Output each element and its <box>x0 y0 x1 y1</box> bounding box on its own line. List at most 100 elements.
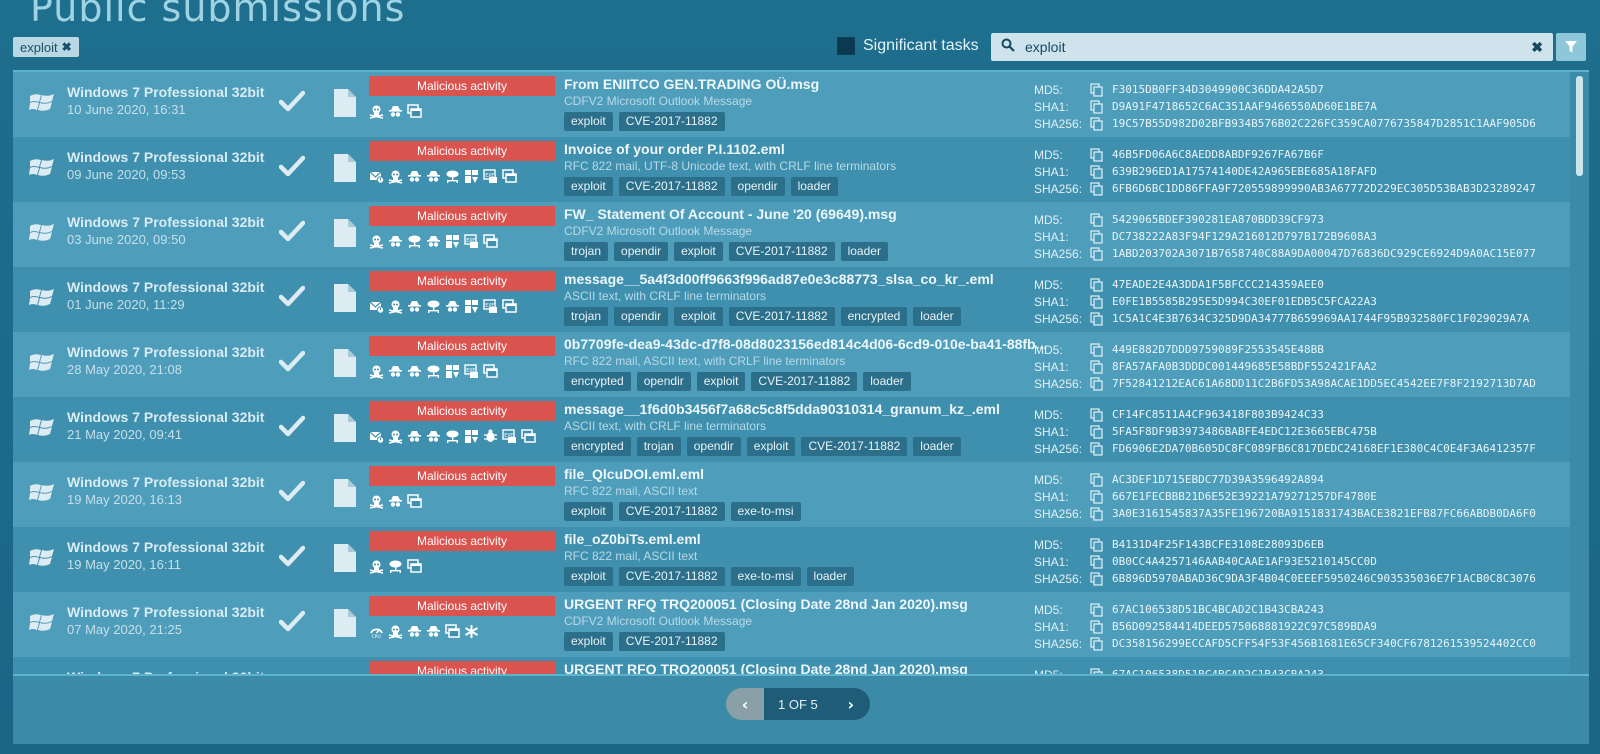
hash-value-md5[interactable]: B4131D4F25F143BCFE3108E28093D6EB <box>1112 538 1324 551</box>
scrollbar-thumb[interactable] <box>1576 76 1583 176</box>
hash-value-sha256[interactable]: 6B896D5970ABAD36C9DA3F4B04C0EEEF5950246C… <box>1112 572 1536 585</box>
file-name[interactable]: file_oZ0biTs.eml.eml <box>564 531 701 547</box>
tag-exploit[interactable]: exploit <box>564 632 613 651</box>
significant-tasks-checkbox[interactable] <box>837 37 855 55</box>
file-name[interactable]: Invoice of your order P.I.1102.eml <box>564 141 785 157</box>
tag-opendir[interactable]: opendir <box>730 177 785 196</box>
copy-icon[interactable] <box>1090 116 1104 131</box>
table-row[interactable]: Windows 7 Professional 32bit 19 May 2020,… <box>13 527 1570 593</box>
table-row[interactable]: Windows 7 Professional 32bit 03 June 2020… <box>13 202 1570 268</box>
tag-loader[interactable]: loader <box>840 242 888 261</box>
copy-icon[interactable] <box>1090 602 1104 617</box>
copy-icon[interactable] <box>1090 229 1104 244</box>
copy-icon[interactable] <box>1090 246 1104 261</box>
hash-value-sha256[interactable]: 1C5A1C4E3B7634C325D9DA34777B659969AA1744… <box>1112 312 1529 325</box>
copy-icon[interactable] <box>1090 636 1104 651</box>
copy-icon[interactable] <box>1090 376 1104 391</box>
hash-value-sha1[interactable]: 639B296ED1A17574140DE42A965EBE685A18FAFD <box>1112 165 1377 178</box>
filter-button[interactable] <box>1556 33 1586 61</box>
tag-encrypted[interactable]: encrypted <box>564 372 631 391</box>
next-page-button[interactable]: › <box>831 688 870 720</box>
file-name[interactable]: message__5a4f3d00ff9663f996ad87e0e3c8877… <box>564 271 994 287</box>
hash-value-md5[interactable]: 449E882D7DDD9759089F2553545E48BB <box>1112 343 1324 356</box>
tag-cve-2017-11882[interactable]: CVE-2017-11882 <box>801 437 908 456</box>
copy-icon[interactable] <box>1090 619 1104 634</box>
table-row[interactable]: Windows 7 Professional 32bit 19 May 2020,… <box>13 462 1570 528</box>
hash-value-sha1[interactable]: E0FE1B5585B295E5D994C30EF01EDB5C5FCA22A3 <box>1112 295 1377 308</box>
hash-value-sha1[interactable]: D9A91F4718652C6AC351AAF9466550AD60E1BE7A <box>1112 100 1377 113</box>
table-row[interactable]: Windows 7 Professional 32bit 28 May 2020,… <box>13 332 1570 398</box>
tag-cve-2017-11882[interactable]: CVE-2017-11882 <box>618 502 725 521</box>
hash-value-md5[interactable]: 67AC106538D51BC4BCAD2C1B43CBA243 <box>1112 603 1324 616</box>
table-row[interactable]: Windows 7 Professional 32bit 10 June 2020… <box>13 72 1570 138</box>
copy-icon[interactable] <box>1090 164 1104 179</box>
hash-value-sha1[interactable]: DC738222A83F94F129A216012D797B172B9608A3 <box>1112 230 1377 243</box>
hash-value-sha256[interactable]: 6FB6D6BC1DD86FFA9F720559899990AB3A67772D… <box>1112 182 1536 195</box>
copy-icon[interactable] <box>1090 342 1104 357</box>
table-row[interactable]: Windows 7 Professional 32bit 01 June 2020… <box>13 267 1570 333</box>
file-name[interactable]: URGENT RFQ TRQ200051 (Closing Date 28nd … <box>564 596 968 612</box>
significant-tasks-toggle[interactable]: Significant tasks <box>837 35 979 57</box>
tag-loader[interactable]: loader <box>790 177 838 196</box>
copy-icon[interactable] <box>1090 489 1104 504</box>
tag-loader[interactable]: loader <box>806 567 854 586</box>
copy-icon[interactable] <box>1090 82 1104 97</box>
hash-value-sha1[interactable]: 5FA5F8DF9B3973486BABFE4EDC12E3665EBC475B <box>1112 425 1377 438</box>
clear-icon[interactable]: ✖ <box>1531 39 1543 56</box>
file-name[interactable]: From ENIITCO GEN.TRADING OÜ.msg <box>564 76 819 92</box>
tag-trojan[interactable]: trojan <box>564 307 609 326</box>
copy-icon[interactable] <box>1090 99 1104 114</box>
hash-value-md5[interactable]: CF14FC8511A4CF963418F803B9424C33 <box>1112 408 1324 421</box>
tag-cve-2017-11882[interactable]: CVE-2017-11882 <box>618 567 725 586</box>
hash-value-sha1[interactable]: B56D092584414DEED575068881922C97C589BDA9 <box>1112 620 1377 633</box>
tag-exploit[interactable]: exploit <box>564 177 613 196</box>
copy-icon[interactable] <box>1090 147 1104 162</box>
tag-exploit[interactable]: exploit <box>564 502 613 521</box>
hash-value-sha256[interactable]: DC358156299ECCAFD5CFF54F53F456B1681E65CF… <box>1112 637 1536 650</box>
copy-icon[interactable] <box>1090 571 1104 586</box>
copy-icon[interactable] <box>1090 407 1104 422</box>
tag-cve-2017-11882[interactable]: CVE-2017-11882 <box>728 242 835 261</box>
hash-value-sha256[interactable]: 19C57B55D982D02BFB934B576B02C226FC359CA0… <box>1112 117 1536 130</box>
table-row[interactable]: Windows 7 Professional 32bit 21 May 2020,… <box>13 397 1570 463</box>
tag-cve-2017-11882[interactable]: CVE-2017-11882 <box>618 177 725 196</box>
file-name[interactable]: file_QlcuDOI.eml.eml <box>564 466 704 482</box>
tag-cve-2017-11882[interactable]: CVE-2017-11882 <box>618 112 725 131</box>
tag-exploit[interactable]: exploit <box>564 567 613 586</box>
tag-opendir[interactable]: opendir <box>686 437 741 456</box>
search-box[interactable]: ✖ <box>991 33 1553 61</box>
tag-loader[interactable]: loader <box>913 437 961 456</box>
tag-encrypted[interactable]: encrypted <box>564 437 631 456</box>
tag-exploit[interactable]: exploit <box>746 437 796 456</box>
tag-cve-2017-11882[interactable]: CVE-2017-11882 <box>751 372 858 391</box>
copy-icon[interactable] <box>1090 537 1104 552</box>
copy-icon[interactable] <box>1090 294 1104 309</box>
hash-value-sha1[interactable]: 8FA57AFA0B3DDDC001449685E58BDF552421FAA2 <box>1112 360 1377 373</box>
filter-chip-exploit[interactable]: exploit ✖ <box>13 37 79 57</box>
copy-icon[interactable] <box>1090 359 1104 374</box>
hash-value-sha256[interactable]: 7F52841212EAC61A68DD11C2B6FD53A98ACAE1DD… <box>1112 377 1536 390</box>
file-name[interactable]: FW_ Statement Of Account - June '20 (696… <box>564 206 897 222</box>
prev-page-button[interactable]: ‹ <box>726 688 764 720</box>
hash-value-sha256[interactable]: 3A0E3161545837A35FE196720BA9151831743BAC… <box>1112 507 1536 520</box>
tag-encrypted[interactable]: encrypted <box>840 307 908 326</box>
tag-exe-to-msi[interactable]: exe-to-msi <box>730 502 801 521</box>
hash-value-md5[interactable]: 47EADE2E4A3DDA1F5BFCCC214359AEE0 <box>1112 278 1324 291</box>
tag-opendir[interactable]: opendir <box>614 307 669 326</box>
table-row[interactable]: Windows 7 Professional 32bit 09 June 2020… <box>13 137 1570 203</box>
copy-icon[interactable] <box>1090 212 1104 227</box>
copy-icon[interactable] <box>1090 441 1104 456</box>
tag-trojan[interactable]: trojan <box>636 437 681 456</box>
tag-cve-2017-11882[interactable]: CVE-2017-11882 <box>728 307 835 326</box>
file-name[interactable]: 0b7709fe-dea9-43dc-d7f8-08d8023156ed814c… <box>564 336 1047 352</box>
hash-value-md5[interactable]: 46B5FD06A6C8AEDD8ABDF9267FA67B6F <box>1112 148 1324 161</box>
tag-exe-to-msi[interactable]: exe-to-msi <box>730 567 801 586</box>
copy-icon[interactable] <box>1090 181 1104 196</box>
scrollbar[interactable] <box>1571 72 1588 687</box>
hash-value-md5[interactable]: AC3DEF1D715EBDC77D39A3596492A894 <box>1112 473 1324 486</box>
tag-exploit[interactable]: exploit <box>674 242 723 261</box>
file-name[interactable]: message__1f6d0b3456f7a68c5c8f5dda9031031… <box>564 401 1000 417</box>
tag-exploit[interactable]: exploit <box>564 112 613 131</box>
hash-value-sha1[interactable]: 0B0CC4A4257146AAB40CAAE1AF93E5210145CC0D <box>1112 555 1377 568</box>
copy-icon[interactable] <box>1090 424 1104 439</box>
